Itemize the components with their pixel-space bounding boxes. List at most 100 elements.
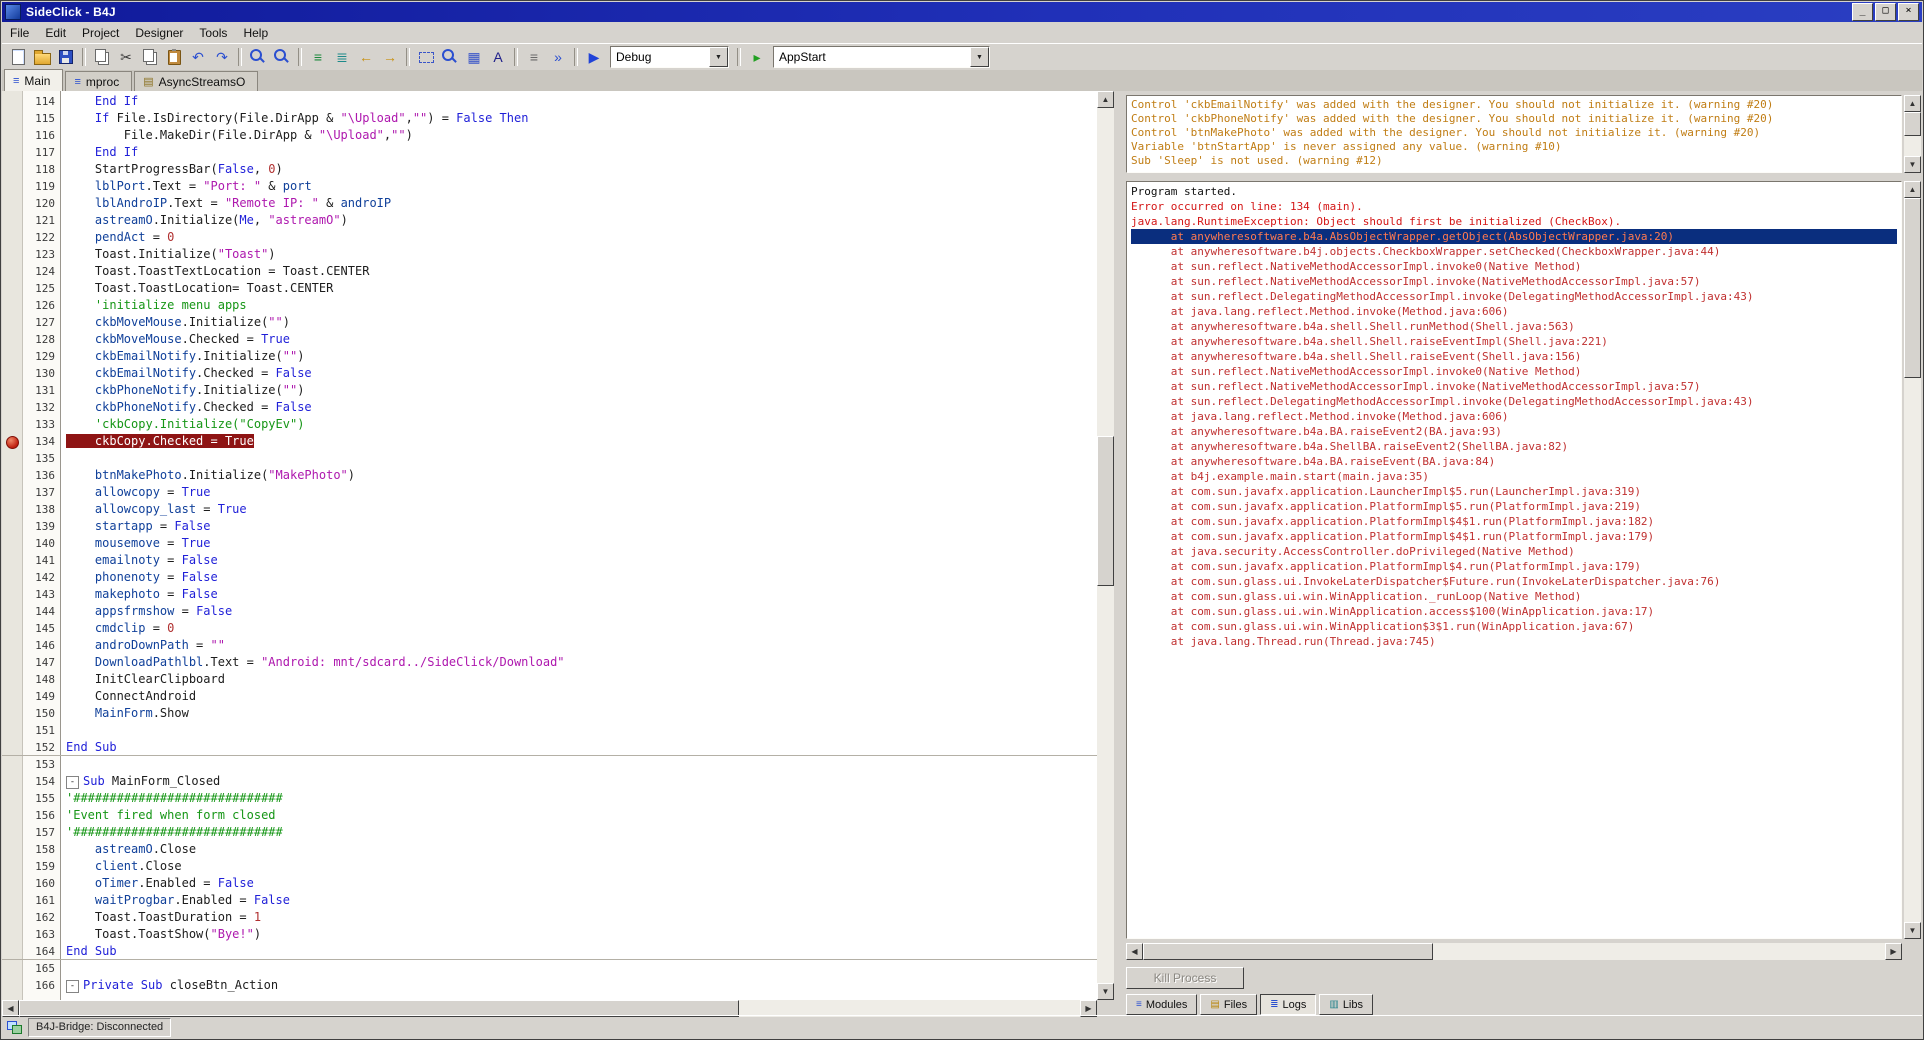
breakpoint-gutter[interactable]: [2, 722, 23, 739]
close-button[interactable]: ×: [1898, 3, 1919, 21]
log-line[interactable]: at java.lang.Thread.run(Thread.java:745): [1131, 634, 1897, 649]
breakpoint-gutter[interactable]: [2, 875, 23, 892]
clean-project-icon[interactable]: ≣: [331, 46, 353, 68]
editor-line[interactable]: 144 appsfrmshow = False: [2, 603, 1097, 620]
editor-line[interactable]: 160 oTimer.Enabled = False: [2, 875, 1097, 892]
run-icon[interactable]: ▶: [583, 46, 605, 68]
log-line[interactable]: at com.sun.glass.ui.InvokeLaterDispatche…: [1131, 574, 1897, 589]
breakpoint-gutter[interactable]: [2, 246, 23, 263]
breakpoint-gutter[interactable]: [2, 518, 23, 535]
breakpoint-gutter[interactable]: [2, 535, 23, 552]
editor-line[interactable]: 142 phonenoty = False: [2, 569, 1097, 586]
log-line[interactable]: at java.lang.reflect.Method.invoke(Metho…: [1131, 409, 1897, 424]
editor-line[interactable]: 152 End Sub: [2, 739, 1097, 756]
editor-line[interactable]: 125 Toast.ToastLocation= Toast.CENTER: [2, 280, 1097, 297]
editor-line[interactable]: 136 btnMakePhoto.Initialize("MakePhoto"): [2, 467, 1097, 484]
editor-line[interactable]: 143 makephoto = False: [2, 586, 1097, 603]
editor-line[interactable]: 161 waitProgbar.Enabled = False: [2, 892, 1097, 909]
bottom-tab-modules[interactable]: ≡ Modules: [1126, 994, 1198, 1015]
duplicate-module-icon[interactable]: [91, 46, 113, 68]
save-icon[interactable]: [55, 46, 77, 68]
editor-line[interactable]: 138 allowcopy_last = True: [2, 501, 1097, 518]
log-line[interactable]: at sun.reflect.NativeMethodAccessorImpl.…: [1131, 364, 1897, 379]
logs-hscrollbar-thumb[interactable]: [1143, 943, 1433, 960]
editor-line[interactable]: 149 ConnectAndroid: [2, 688, 1097, 705]
copy-icon[interactable]: [139, 46, 161, 68]
log-line[interactable]: at sun.reflect.NativeMethodAccessorImpl.…: [1131, 259, 1897, 274]
breakpoint-gutter[interactable]: [2, 926, 23, 943]
breakpoint-gutter[interactable]: [2, 705, 23, 722]
maximize-button[interactable]: □: [1875, 3, 1896, 21]
editor-line[interactable]: 165: [2, 960, 1097, 977]
editor-line[interactable]: 121 astreamO.Initialize(Me, "astreamO"): [2, 212, 1097, 229]
editor-line[interactable]: 130 ckbEmailNotify.Checked = False: [2, 365, 1097, 382]
navigate-forward-icon[interactable]: →: [379, 46, 401, 68]
log-line[interactable]: at com.sun.javafx.application.PlatformIm…: [1131, 499, 1897, 514]
log-line[interactable]: at com.sun.glass.ui.win.WinApplication._…: [1131, 589, 1897, 604]
bottom-tab-logs[interactable]: ≣ Logs: [1260, 994, 1317, 1015]
minimize-button[interactable]: _: [1852, 3, 1873, 21]
editor-line[interactable]: 156 'Event fired when form closed: [2, 807, 1097, 824]
log-line[interactable]: at anywheresoftware.b4a.shell.Shell.runM…: [1131, 319, 1897, 334]
scroll-down-icon[interactable]: ▼: [1904, 922, 1921, 939]
cut-icon[interactable]: ✂: [115, 46, 137, 68]
editor-line[interactable]: 146 androDownPath = "": [2, 637, 1097, 654]
run-mode-select[interactable]: Debug ▼: [610, 46, 729, 68]
editor-line[interactable]: 115 If File.IsDirectory(File.DirApp & "\…: [2, 110, 1097, 127]
scroll-left-icon[interactable]: ◀: [1126, 943, 1143, 960]
editor-line[interactable]: 129 ckbEmailNotify.Initialize(""): [2, 348, 1097, 365]
scroll-down-icon[interactable]: ▼: [1097, 983, 1114, 1000]
open-project-icon[interactable]: [31, 46, 53, 68]
breakpoint-gutter[interactable]: [2, 790, 23, 807]
find-icon[interactable]: [247, 46, 269, 68]
editor-line[interactable]: 137 allowcopy = True: [2, 484, 1097, 501]
paste-icon[interactable]: [163, 46, 185, 68]
menu-tools[interactable]: Tools: [191, 24, 235, 42]
log-line[interactable]: at anywheresoftware.b4a.ShellBA.raiseEve…: [1131, 439, 1897, 454]
editor-line[interactable]: 117 End If: [2, 144, 1097, 161]
breakpoint-gutter[interactable]: [2, 365, 23, 382]
breakpoint-gutter[interactable]: [2, 229, 23, 246]
editor-line[interactable]: 157 '#############################: [2, 824, 1097, 841]
breakpoint-gutter[interactable]: [2, 433, 23, 450]
logs-vscrollbar[interactable]: ▲ ▼: [1904, 181, 1921, 939]
breakpoint-gutter[interactable]: [2, 824, 23, 841]
warnings-vscrollbar[interactable]: ▲ ▼: [1904, 95, 1921, 173]
editor-vscrollbar[interactable]: ▲ ▼: [1097, 91, 1114, 1000]
breakpoint-gutter[interactable]: [2, 93, 23, 110]
warning-line[interactable]: Control 'ckbPhoneNotify' was added with …: [1131, 112, 1897, 126]
font-size-icon[interactable]: A: [487, 46, 509, 68]
editor-line[interactable]: 164 End Sub: [2, 943, 1097, 960]
warning-line[interactable]: Control 'btnMakePhoto' was added with th…: [1131, 126, 1897, 140]
tab-mproc[interactable]: ≡ mproc: [65, 71, 133, 91]
logs-hscrollbar[interactable]: ◀ ▶: [1126, 943, 1902, 960]
log-line[interactable]: at sun.reflect.NativeMethodAccessorImpl.…: [1131, 379, 1897, 394]
log-line[interactable]: at anywheresoftware.b4a.shell.Shell.rais…: [1131, 334, 1897, 349]
editor-line[interactable]: 119 lblPort.Text = "Port: " & port: [2, 178, 1097, 195]
breakpoint-gutter[interactable]: [2, 586, 23, 603]
breakpoint-gutter[interactable]: [2, 603, 23, 620]
log-line[interactable]: at com.sun.glass.ui.win.WinApplication.a…: [1131, 604, 1897, 619]
editor-line[interactable]: 114 End If: [2, 93, 1097, 110]
kill-process-button[interactable]: Kill Process: [1126, 967, 1244, 989]
editor-line[interactable]: 120 lblAndroIP.Text = "Remote IP: " & an…: [2, 195, 1097, 212]
breakpoint-gutter[interactable]: [2, 943, 23, 960]
breakpoint-gutter[interactable]: [2, 960, 23, 977]
menu-help[interactable]: Help: [235, 24, 276, 42]
tab-main[interactable]: ≡ Main: [4, 69, 64, 91]
breakpoint-gutter[interactable]: [2, 484, 23, 501]
editor-line[interactable]: 159 client.Close: [2, 858, 1097, 875]
editor-line[interactable]: 131 ckbPhoneNotify.Initialize(""): [2, 382, 1097, 399]
designer-grid-icon[interactable]: ▦: [463, 46, 485, 68]
fold-collapse-icon[interactable]: -: [66, 776, 79, 789]
log-line[interactable]: at com.sun.javafx.application.PlatformIm…: [1131, 514, 1897, 529]
log-line[interactable]: at sun.reflect.DelegatingMethodAccessorI…: [1131, 289, 1897, 304]
format-code-icon[interactable]: ≡: [307, 46, 329, 68]
breakpoint-gutter[interactable]: [2, 501, 23, 518]
editor-vscrollbar-thumb[interactable]: [1097, 436, 1114, 586]
panel-splitter[interactable]: [1114, 91, 1122, 1017]
breakpoint-gutter[interactable]: [2, 331, 23, 348]
log-line[interactable]: at com.sun.javafx.application.PlatformIm…: [1131, 529, 1897, 544]
breakpoint-gutter[interactable]: [2, 399, 23, 416]
editor-line[interactable]: 141 emailnoty = False: [2, 552, 1097, 569]
